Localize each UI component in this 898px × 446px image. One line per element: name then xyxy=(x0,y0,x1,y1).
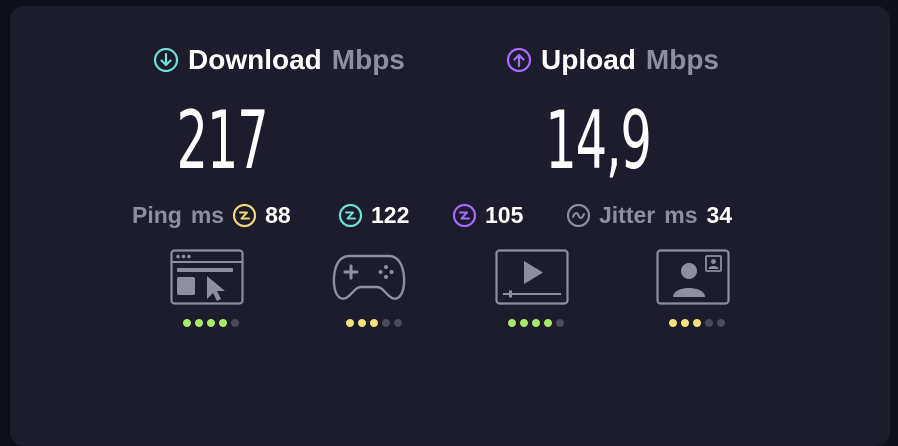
download-arrow-icon xyxy=(153,47,179,73)
rating-dot-empty xyxy=(382,319,390,327)
quality-dots xyxy=(669,319,725,327)
rating-dot-filled xyxy=(681,319,689,327)
ping-unit: ms xyxy=(190,202,225,228)
ping-download-value: 122 xyxy=(371,202,410,228)
rating-dot-empty xyxy=(556,319,564,327)
rating-dot-empty xyxy=(231,319,239,327)
ping-idle-value: 88 xyxy=(265,202,291,228)
jitter-wave-icon xyxy=(566,203,591,228)
download-unit: Mbps xyxy=(331,44,405,75)
video-call-icon xyxy=(656,249,730,305)
quality-dots xyxy=(508,319,564,327)
ping-upload-icon xyxy=(452,203,477,228)
download-label: Download xyxy=(188,44,322,75)
jitter-label: Jitter xyxy=(599,202,656,228)
upload-unit: Mbps xyxy=(645,44,719,75)
jitter-unit: ms xyxy=(664,202,698,228)
rating-dot-filled xyxy=(219,319,227,327)
rating-dot-filled xyxy=(346,319,354,327)
download-header: Download Mbps xyxy=(153,44,405,76)
app-gaming[interactable] xyxy=(331,249,407,327)
upload-label: Upload xyxy=(541,44,636,75)
rating-dot-filled xyxy=(183,319,191,327)
upload-header: Upload Mbps xyxy=(506,44,719,76)
download-value: 217 xyxy=(176,94,269,187)
app-video-streaming[interactable] xyxy=(495,249,569,327)
ping-upload-stat: 105 xyxy=(452,202,523,229)
app-video-calls[interactable] xyxy=(656,249,730,327)
ping-upload-value: 105 xyxy=(485,202,524,228)
ping-idle-stat: Ping ms 88 xyxy=(132,202,291,229)
ping-download-stat: 122 xyxy=(338,202,409,229)
rating-dot-filled xyxy=(669,319,677,327)
app-web-browsing[interactable] xyxy=(170,249,244,327)
rating-dot-filled xyxy=(508,319,516,327)
rating-dot-filled xyxy=(520,319,528,327)
ping-download-icon xyxy=(338,203,363,228)
rating-dot-filled xyxy=(358,319,366,327)
rating-dot-filled xyxy=(207,319,215,327)
ping-label: Ping xyxy=(132,202,182,228)
latency-stats: Ping ms 88 122 105 Jitter ms 34 xyxy=(10,202,890,236)
upload-arrow-icon xyxy=(506,47,532,73)
rating-dot-empty xyxy=(717,319,725,327)
ping-idle-icon xyxy=(232,203,257,228)
rating-dot-filled xyxy=(370,319,378,327)
rating-dot-filled xyxy=(693,319,701,327)
browser-cursor-icon xyxy=(170,249,244,305)
speed-result-panel: Download Mbps 217 Upload Mbps 14,9 Ping … xyxy=(10,6,890,446)
rating-dot-empty xyxy=(394,319,402,327)
jitter-stat: Jitter ms 34 xyxy=(566,202,732,229)
gamepad-icon xyxy=(332,254,406,300)
rating-dot-filled xyxy=(544,319,552,327)
rating-dot-filled xyxy=(532,319,540,327)
rating-dot-empty xyxy=(705,319,713,327)
rating-dot-filled xyxy=(195,319,203,327)
quality-dots xyxy=(346,319,402,327)
jitter-value: 34 xyxy=(706,202,733,228)
upload-value: 14,9 xyxy=(545,94,652,187)
video-player-icon xyxy=(495,249,569,305)
quality-dots xyxy=(183,319,239,327)
